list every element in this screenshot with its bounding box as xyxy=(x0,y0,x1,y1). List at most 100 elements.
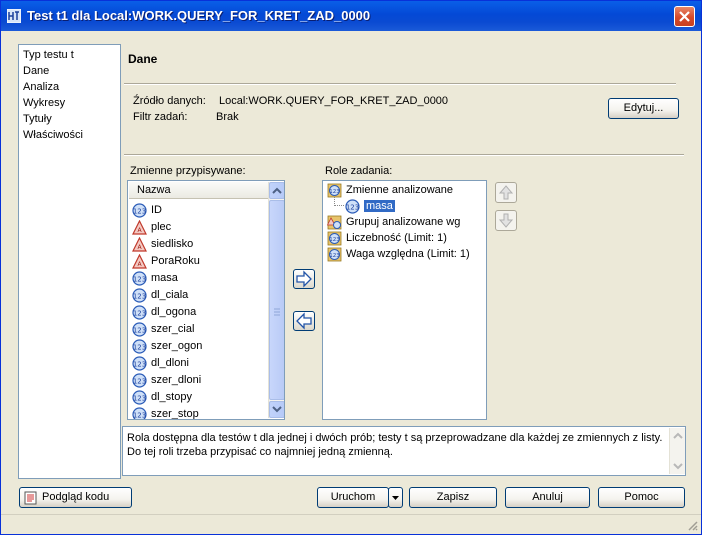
svg-text:123: 123 xyxy=(329,237,340,243)
variable-list-item[interactable]: 123 szer_cial xyxy=(132,321,194,338)
move-down-button[interactable] xyxy=(495,210,517,231)
svg-text:123: 123 xyxy=(133,394,146,402)
move-up-button[interactable] xyxy=(495,182,517,203)
close-icon xyxy=(679,11,690,22)
variable-name: szer_ogon xyxy=(151,340,203,352)
svg-text:123: 123 xyxy=(133,275,146,283)
tree-connector xyxy=(334,197,344,206)
svg-text:123: 123 xyxy=(346,203,359,211)
nav-item-analysis[interactable]: Analiza xyxy=(23,79,116,95)
role-numeric-icon: 123 xyxy=(327,183,342,197)
preview-code-button[interactable]: Podgląd kodu xyxy=(19,487,132,508)
help-button[interactable]: Pomoc xyxy=(598,487,685,508)
scroll-thumb[interactable] xyxy=(269,200,284,400)
chevron-up-icon xyxy=(673,432,683,439)
variable-list-item[interactable]: 123 szer_dloni xyxy=(132,372,201,389)
role-label: Zmienne analizowane xyxy=(346,184,454,196)
assign-role-button[interactable] xyxy=(293,269,315,289)
edit-button[interactable]: Edytuj... xyxy=(608,98,679,119)
resize-grip-icon[interactable] xyxy=(686,519,698,531)
variable-name: dl_ciala xyxy=(151,289,189,301)
svg-text:123: 123 xyxy=(133,343,146,351)
caret-down-icon xyxy=(392,496,399,500)
role-assigned-variable[interactable]: 123 masa xyxy=(345,198,395,215)
variable-list-item[interactable]: 123 dl_dloni xyxy=(132,355,189,372)
role-group-icon xyxy=(327,215,342,229)
nav-item-data[interactable]: Dane xyxy=(23,63,116,79)
chevron-up-icon xyxy=(272,187,282,194)
variable-name: ID xyxy=(151,204,162,216)
section-title: Dane xyxy=(128,52,158,66)
variable-list-item[interactable]: 123 szer_stop xyxy=(132,406,199,420)
role-item[interactable]: Grupuj analizowane wg xyxy=(327,214,460,231)
variable-name: dl_ogona xyxy=(151,306,197,318)
data-source-label: Źródło danych: xyxy=(133,95,206,107)
numeric-variable-icon: 123 xyxy=(132,270,147,286)
variable-list-item[interactable]: 123 ID xyxy=(132,202,162,219)
source-divider xyxy=(124,154,684,156)
variable-list-item[interactable]: 123 dl_ogona xyxy=(132,304,196,321)
close-button[interactable] xyxy=(674,6,695,27)
variable-list-item[interactable]: 123 masa xyxy=(132,270,178,287)
variable-name: masa xyxy=(151,272,178,284)
filter-value: Brak xyxy=(216,111,239,123)
code-preview-icon xyxy=(24,491,37,505)
variable-list-item[interactable]: 123 dl_ciala xyxy=(132,287,188,304)
numeric-variable-icon: 123 xyxy=(132,304,147,320)
variable-name: plec xyxy=(151,221,172,233)
svg-text:123: 123 xyxy=(133,326,146,334)
run-dropdown-button[interactable] xyxy=(388,487,403,508)
variable-name: szer_stop xyxy=(151,408,199,420)
description-scrollbar[interactable] xyxy=(669,428,685,474)
variables-scrollbar[interactable] xyxy=(268,182,284,418)
variable-name: szer_dloni xyxy=(151,374,202,386)
nav-item-properties[interactable]: Właściwości xyxy=(23,127,116,143)
variable-name: dl_dloni xyxy=(151,357,189,369)
role-item[interactable]: 123 Zmienne analizowane xyxy=(327,182,453,199)
numeric-variable-icon: 123 xyxy=(132,406,147,419)
grip-icon xyxy=(274,308,280,316)
variable-name: PoraRoku xyxy=(151,255,200,267)
variable-list-item[interactable]: A PoraRoku xyxy=(132,253,200,270)
navigation-list[interactable]: Typ testu t Dane Analiza Wykresy Tytuły … xyxy=(18,44,121,479)
variable-name: dl_stopy xyxy=(151,391,192,403)
numeric-variable-icon: 123 xyxy=(132,372,147,388)
sas-app-icon xyxy=(7,9,21,23)
roles-label: Role zadania: xyxy=(325,165,393,177)
remove-role-button[interactable] xyxy=(293,311,315,331)
character-variable-icon: A xyxy=(132,236,147,252)
scroll-up-button[interactable] xyxy=(269,182,284,199)
nav-item-charts[interactable]: Wykresy xyxy=(23,95,116,111)
role-numeric-icon: 123 xyxy=(327,231,342,245)
role-item[interactable]: 123 Liczebność (Limit: 1) xyxy=(327,230,447,247)
character-variable-icon: A xyxy=(132,219,147,235)
variable-list-item[interactable]: 123 dl_stopy xyxy=(132,389,192,406)
scroll-down-button[interactable] xyxy=(269,401,284,418)
nav-item-test-type[interactable]: Typ testu t xyxy=(23,47,116,63)
svg-text:123: 123 xyxy=(329,253,340,259)
run-button[interactable]: Uruchom xyxy=(317,487,389,508)
numeric-variable-icon: 123 xyxy=(132,389,147,405)
arrow-left-icon xyxy=(296,312,312,330)
variable-list-item[interactable]: Asiedlisko xyxy=(132,236,193,253)
variable-list-item[interactable]: Aplec xyxy=(132,219,171,236)
column-header-name[interactable]: Nazwa xyxy=(129,182,268,199)
section-divider xyxy=(124,83,676,85)
roles-list[interactable]: 123 Zmienne analizowane 123 masa Grupuj anal… xyxy=(322,180,487,420)
chevron-down-icon xyxy=(272,406,282,413)
title-bar[interactable]: Test t1 dla Local:WORK.QUERY_FOR_KRET_ZA… xyxy=(1,1,701,31)
role-label: masa xyxy=(364,200,395,212)
variable-list-item[interactable]: 123 szer_ogon xyxy=(132,338,202,355)
variables-list[interactable]: Nazwa 123 ID Aplec Asiedlisko A PoraRoku 123 ma… xyxy=(127,180,285,420)
dialog-window: Test t1 dla Local:WORK.QUERY_FOR_KRET_ZA… xyxy=(0,0,702,535)
numeric-variable-icon: 123 xyxy=(132,355,147,371)
arrow-right-icon xyxy=(296,270,312,288)
numeric-variable-icon: 123 xyxy=(345,198,360,214)
save-button[interactable]: Zapisz xyxy=(409,487,497,508)
cancel-button[interactable]: Anuluj xyxy=(505,487,590,508)
variables-label: Zmienne przypisywane: xyxy=(130,165,246,177)
role-item[interactable]: 123 Waga względna (Limit: 1) xyxy=(327,246,470,263)
svg-text:123: 123 xyxy=(329,189,340,195)
nav-item-titles[interactable]: Tytuły xyxy=(23,111,116,127)
arrow-down-icon xyxy=(498,213,514,228)
